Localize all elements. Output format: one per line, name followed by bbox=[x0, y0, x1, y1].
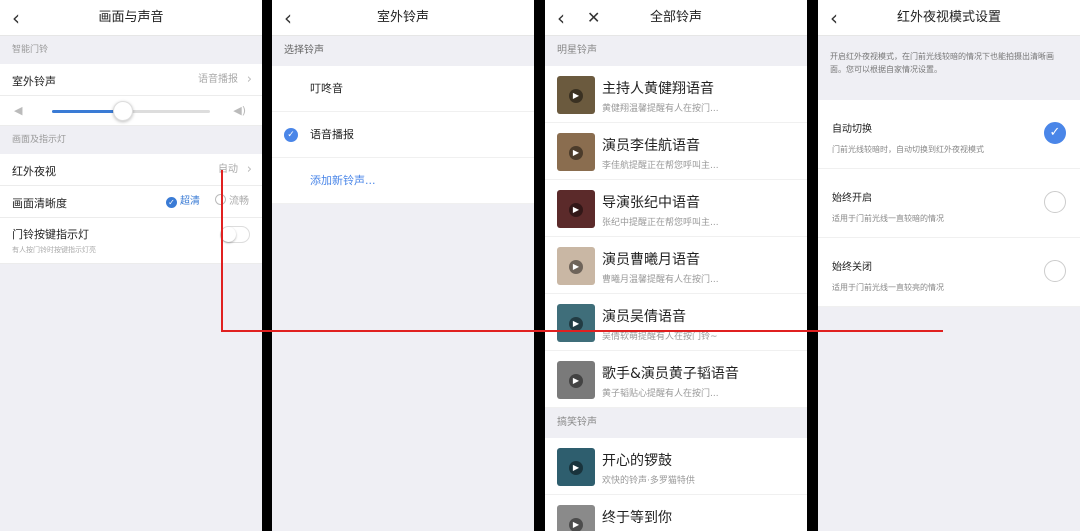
section-smart-bell: 智能门铃 bbox=[12, 45, 49, 55]
section-picture: 画面及指示灯 bbox=[12, 135, 67, 145]
screen-outdoor-ring: ‹ 室外铃声 选择铃声 叮咚音 ✓ 语音播报 添加新铃声... bbox=[272, 0, 534, 531]
outdoor-ring-row[interactable]: 室外铃声 语音播报 › bbox=[0, 64, 262, 96]
play-icon[interactable]: ▶ bbox=[569, 203, 583, 217]
ring-title: 导演张纪中语音 bbox=[602, 195, 700, 211]
ir-mode-subtitle: 适用于门前光线一直较亮的情况 bbox=[832, 283, 944, 292]
ring-title: 演员李佳航语音 bbox=[602, 138, 700, 154]
annotation-line-horizontal bbox=[221, 330, 943, 332]
page-title: 红外夜视模式设置 bbox=[896, 10, 1001, 25]
volume-row: ◀ ◀) bbox=[0, 96, 262, 126]
ring-list-item[interactable]: ▶ 歌手&演员黄子韬语音黄子韬贴心提醒有人在按门... bbox=[545, 351, 807, 408]
section-select-ring: 选择铃声 bbox=[284, 45, 324, 56]
page-title: 画面与声音 bbox=[98, 10, 164, 25]
ring-list-item[interactable]: ▶ 演员吴倩语音 吴倩软萌提醒有人在按门铃~ bbox=[545, 294, 807, 351]
ring-option-label: 语音播报 bbox=[310, 128, 354, 141]
play-icon[interactable]: ▶ bbox=[569, 518, 583, 531]
play-icon[interactable]: ▶ bbox=[569, 146, 583, 160]
ring-list-item[interactable]: ▶ 开心的锣鼓欢快的铃声·多罗猫特供 bbox=[545, 438, 807, 495]
ir-mode-subtitle: 门前光线较暗时，自动切换到红外夜视模式 bbox=[832, 145, 984, 154]
chevron-right-icon: › bbox=[246, 162, 252, 177]
chevron-right-icon: › bbox=[246, 72, 252, 87]
section-funny-rings: 搞笑铃声 bbox=[557, 417, 597, 428]
ring-option-dingdong[interactable]: 叮咚音 bbox=[272, 66, 534, 112]
page-title: 全部铃声 bbox=[649, 10, 702, 25]
ir-mode-title: 始终开启 bbox=[832, 193, 872, 204]
ring-subtitle: 李佳航提醒正在帮您呼叫主... bbox=[602, 161, 719, 171]
play-icon[interactable]: ▶ bbox=[569, 374, 583, 388]
outdoor-ring-value: 语音播报 bbox=[198, 74, 238, 85]
ring-subtitle: 欢快的铃声·多罗猫特供 bbox=[602, 476, 695, 486]
ring-title: 演员吴倩语音 bbox=[602, 309, 686, 325]
ring-title: 歌手&演员黄子韬语音 bbox=[602, 366, 739, 382]
clarity-option-label: 流畅 bbox=[229, 196, 249, 207]
volume-low-icon: ◀ bbox=[14, 104, 23, 117]
section-star-rings: 明星铃声 bbox=[557, 45, 597, 56]
screen-all-rings: ‹ ✕ 全部铃声 明星铃声 ▶ 主持人黄健翔语音黄健翔温馨提醒有人在按门... ▶ 演… bbox=[545, 0, 807, 531]
play-icon[interactable]: ▶ bbox=[569, 461, 583, 475]
ir-mode-title: 自动切换 bbox=[832, 124, 872, 135]
volume-slider[interactable] bbox=[52, 101, 210, 121]
check-icon: ✓ bbox=[284, 128, 298, 142]
ir-mode-option[interactable]: 始终关闭适用于门前光线一直较亮的情况 bbox=[818, 238, 1080, 307]
toggle-knob bbox=[221, 227, 236, 242]
ir-mode-option[interactable]: 始终开启适用于门前光线一直较暗的情况 bbox=[818, 169, 1080, 238]
ring-option-label: 叮咚音 bbox=[310, 82, 343, 95]
ring-subtitle: 曹曦月温馨提醒有人在按门... bbox=[602, 275, 719, 285]
ring-list-item[interactable]: ▶ 演员李佳航语音李佳航提醒正在帮您呼叫主... bbox=[545, 123, 807, 180]
add-new-ring-label: 添加新铃声... bbox=[310, 174, 376, 187]
ir-mode-subtitle: 适用于门前光线一直较暗的情况 bbox=[832, 214, 944, 223]
navbar: ‹ ✕ 全部铃声 bbox=[545, 0, 807, 36]
navbar: ‹ 画面与声音 bbox=[0, 0, 262, 36]
annotation-line-vertical bbox=[221, 170, 223, 332]
clarity-label: 画面清晰度 bbox=[12, 197, 67, 210]
play-icon[interactable]: ▶ bbox=[569, 317, 583, 331]
indicator-toggle[interactable] bbox=[220, 226, 250, 243]
page-title: 室外铃声 bbox=[376, 10, 429, 25]
radio-unchecked-icon[interactable] bbox=[1044, 191, 1066, 213]
ring-subtitle: 黄子韬贴心提醒有人在按门... bbox=[602, 389, 719, 399]
ring-subtitle: 黄健翔温馨提醒有人在按门... bbox=[602, 104, 719, 114]
indicator-sub: 有人按门铃时按键指示灯亮 bbox=[12, 246, 96, 254]
screen-ir-night-mode: ‹ 红外夜视模式设置 开启红外夜视模式，在门前光线较暗的情况下也能拍摄出清晰画面… bbox=[818, 0, 1080, 531]
play-icon[interactable]: ▶ bbox=[569, 89, 583, 103]
clarity-option-label: 超清 bbox=[180, 196, 200, 207]
ring-option-voice[interactable]: ✓ 语音播报 bbox=[272, 112, 534, 158]
ir-mode-option[interactable]: 自动切换门前光线较暗时，自动切换到红外夜视模式 ✓ bbox=[818, 100, 1080, 169]
navbar: ‹ 室外铃声 bbox=[272, 0, 534, 36]
ring-list-item[interactable]: ▶ 终于等到你 bbox=[545, 495, 807, 531]
ring-list-item[interactable]: ▶ 演员曹曦月语音曹曦月温馨提醒有人在按门... bbox=[545, 237, 807, 294]
volume-high-icon: ◀) bbox=[233, 104, 246, 117]
outdoor-ring-label: 室外铃声 bbox=[12, 75, 56, 88]
ring-title: 开心的锣鼓 bbox=[602, 453, 672, 469]
add-new-ring-link[interactable]: 添加新铃声... bbox=[272, 158, 534, 204]
ring-title: 终于等到你 bbox=[602, 510, 672, 526]
radio-unchecked-icon[interactable] bbox=[1044, 260, 1066, 282]
volume-slider-thumb[interactable] bbox=[113, 101, 134, 121]
ring-subtitle: 张纪中提醒正在帮您呼叫主... bbox=[602, 218, 719, 228]
ir-mode-title: 始终关闭 bbox=[832, 262, 872, 273]
play-icon[interactable]: ▶ bbox=[569, 260, 583, 274]
ir-mode-list: 自动切换门前光线较暗时，自动切换到红外夜视模式 ✓ 始终开启适用于门前光线一直较暗的… bbox=[818, 100, 1080, 307]
ring-list-item[interactable]: ▶ 导演张纪中语音张纪中提醒正在帮您呼叫主... bbox=[545, 180, 807, 237]
clarity-option-hd[interactable]: ✓ 超清 bbox=[166, 186, 200, 218]
ring-title: 演员曹曦月语音 bbox=[602, 252, 700, 268]
funny-ring-list: ▶ 开心的锣鼓欢快的铃声·多罗猫特供 ▶ 终于等到你 bbox=[545, 438, 807, 531]
ring-list-item[interactable]: ▶ 主持人黄健翔语音黄健翔温馨提醒有人在按门... bbox=[545, 66, 807, 123]
ir-night-label: 红外夜视 bbox=[12, 165, 56, 178]
ir-description: 开启红外夜视模式，在门前光线较暗的情况下也能拍摄出清晰画面。您可以根据自家情况设… bbox=[830, 52, 1054, 74]
ring-title: 主持人黄健翔语音 bbox=[602, 81, 714, 97]
star-ring-list: ▶ 主持人黄健翔语音黄健翔温馨提醒有人在按门... ▶ 演员李佳航语音李佳航提醒正在帮… bbox=[545, 66, 807, 408]
navbar: ‹ 红外夜视模式设置 bbox=[818, 0, 1080, 36]
radio-checked-icon: ✓ bbox=[166, 197, 177, 208]
radio-checked-icon[interactable]: ✓ bbox=[1044, 122, 1066, 144]
